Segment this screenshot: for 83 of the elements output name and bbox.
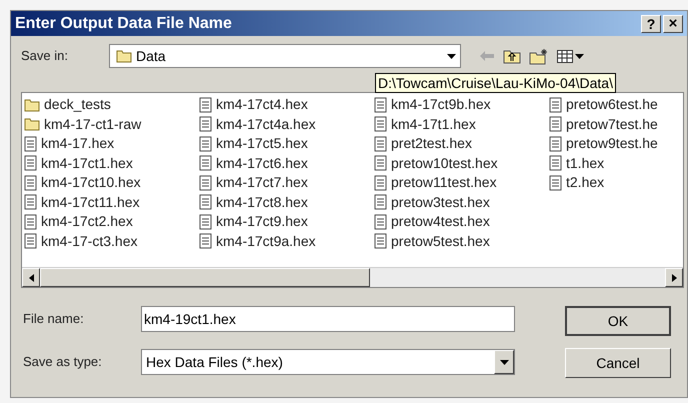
document-icon: [374, 155, 387, 172]
document-icon: [549, 155, 562, 172]
file-item[interactable]: km4-17-ct1-raw: [24, 114, 197, 134]
file-item[interactable]: deck_tests: [24, 95, 197, 114]
dropdown-arrow-icon: [500, 360, 508, 364]
horizontal-scrollbar[interactable]: [22, 267, 683, 287]
file-name-field[interactable]: km4-19ct1.hex: [141, 306, 515, 332]
file-item[interactable]: km4-17t1.hex: [374, 114, 547, 134]
file-item[interactable]: t1.hex: [549, 154, 683, 173]
document-icon: [549, 174, 562, 191]
file-item[interactable]: km4-17ct9a.hex: [199, 232, 372, 251]
scrollbar-thumb[interactable]: [40, 268, 370, 287]
folder-icon: [116, 49, 132, 63]
folder-icon: [24, 98, 40, 112]
file-item[interactable]: pretow6test.he: [549, 95, 683, 114]
file-item[interactable]: pret2test.hex: [374, 134, 547, 154]
view-menu-icon[interactable]: [557, 50, 584, 62]
file-type-text: Hex Data Files (*.hex): [146, 352, 284, 372]
file-item[interactable]: km4-17-ct3.hex: [24, 232, 197, 251]
document-icon: [24, 214, 37, 230]
file-item[interactable]: km4-17ct7.hex: [199, 173, 372, 192]
document-icon: [374, 136, 387, 152]
document-icon: [374, 96, 387, 113]
save-in-label: Save in:: [21, 47, 69, 66]
document-icon: [24, 233, 37, 250]
document-icon: [199, 233, 212, 250]
file-item[interactable]: km4-17ct9b.hex: [374, 95, 547, 114]
file-item[interactable]: pretow5test.hex: [374, 232, 547, 251]
document-icon: [24, 155, 37, 172]
scroll-left-icon[interactable]: [28, 274, 34, 282]
ok-button[interactable]: OK: [565, 306, 671, 336]
document-icon: [549, 136, 562, 152]
document-icon: [199, 96, 212, 113]
document-icon: [199, 136, 212, 152]
file-item[interactable]: pretow11test.hex: [374, 173, 547, 192]
document-icon: [24, 136, 37, 152]
new-folder-icon[interactable]: [529, 48, 549, 64]
file-item[interactable]: pretow7test.he: [549, 114, 683, 134]
document-icon: [24, 194, 37, 210]
save-as-type-dropdown[interactable]: Hex Data Files (*.hex): [141, 349, 515, 375]
document-icon: [199, 214, 212, 230]
document-icon: [199, 155, 212, 172]
file-item[interactable]: km4-17ct6.hex: [199, 154, 372, 173]
file-item[interactable]: pretow3test.hex: [374, 192, 547, 212]
folder-name: Data: [136, 46, 167, 66]
file-item[interactable]: km4-17ct2.hex: [24, 212, 197, 232]
file-item[interactable]: km4-17ct10.hex: [24, 173, 197, 192]
window-title: Enter Output Data File Name: [15, 14, 233, 34]
file-item[interactable]: pretow4test.hex: [374, 212, 547, 232]
save-in-dropdown[interactable]: Data: [109, 44, 461, 68]
save-as-type-label: Save as type:: [23, 353, 103, 372]
file-item[interactable]: km4-17.hex: [24, 134, 197, 154]
dropdown-arrow-icon: [575, 54, 584, 58]
help-button[interactable]: ?: [641, 14, 661, 32]
file-item[interactable]: pretow9test.he: [549, 134, 683, 154]
file-item[interactable]: km4-17ct5.hex: [199, 134, 372, 154]
document-icon: [199, 194, 212, 210]
dropdown-arrow-icon: [446, 54, 456, 58]
document-icon: [374, 116, 387, 132]
document-icon: [199, 174, 212, 191]
document-icon: [24, 174, 37, 191]
file-item[interactable]: km4-17ct4a.hex: [199, 114, 372, 134]
document-icon: [374, 174, 387, 191]
document-icon: [374, 233, 387, 250]
file-item[interactable]: km4-17ct4.hex: [199, 95, 372, 114]
document-icon: [549, 96, 562, 113]
document-icon: [199, 116, 212, 132]
file-name-label: File name:: [23, 310, 85, 328]
tooltip: D:\Towcam\Cruise\Lau-KiMo-04\Data\: [375, 73, 616, 93]
file-item[interactable]: km4-17ct11.hex: [24, 192, 197, 212]
folder-icon: [24, 117, 40, 132]
up-folder-icon[interactable]: [503, 48, 521, 64]
document-icon: [374, 214, 387, 230]
document-icon: [549, 116, 562, 132]
file-item[interactable]: km4-17ct9.hex: [199, 212, 372, 232]
scroll-right-icon[interactable]: [672, 274, 676, 282]
file-item[interactable]: t2.hex: [549, 173, 683, 192]
file-item[interactable]: km4-17ct8.hex: [199, 192, 372, 212]
file-item[interactable]: pretow10test.hex: [374, 154, 547, 173]
close-button[interactable]: ×: [663, 14, 683, 32]
document-icon: [374, 194, 387, 210]
file-item[interactable]: km4-17ct1.hex: [24, 154, 197, 173]
cancel-button[interactable]: Cancel: [565, 348, 671, 378]
